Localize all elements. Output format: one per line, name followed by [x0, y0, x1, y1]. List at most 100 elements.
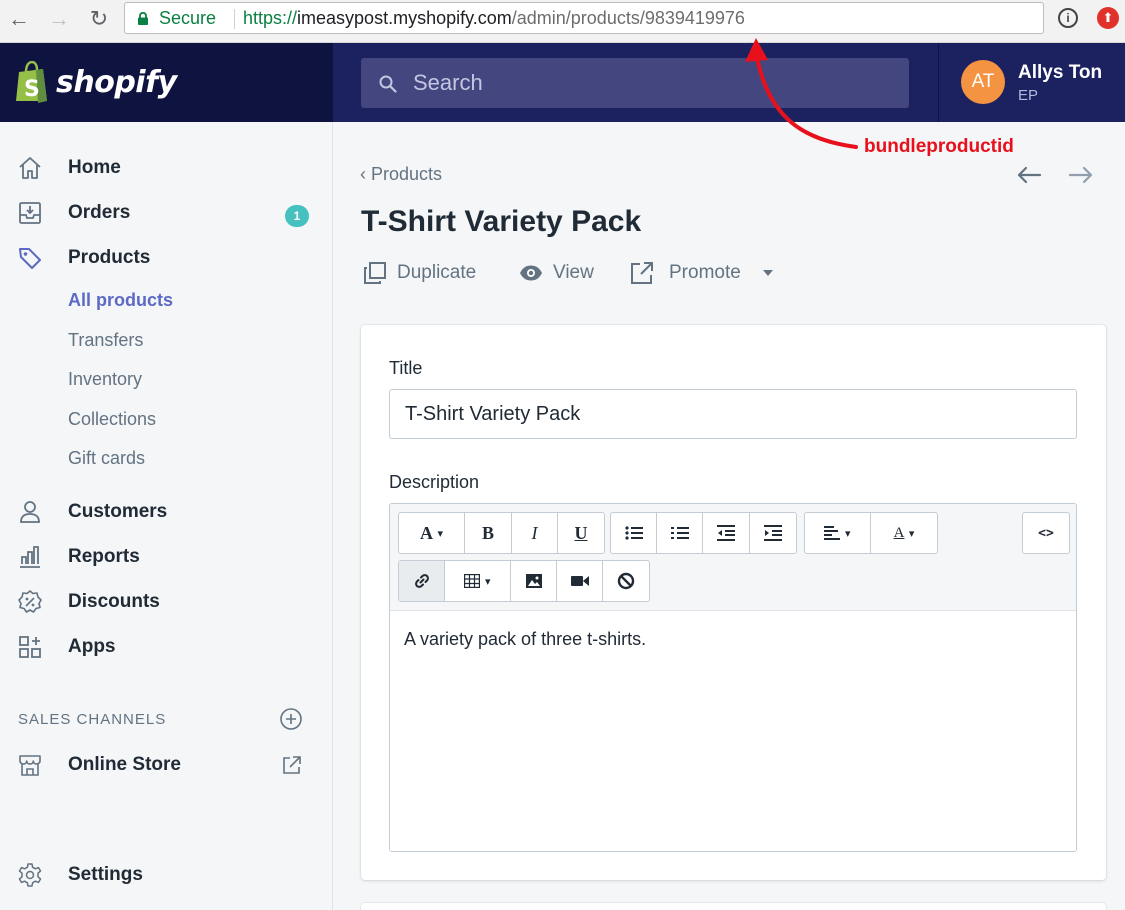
sidebar-label-reports: Reports [68, 546, 140, 567]
sidebar-item-settings[interactable]: Settings [0, 855, 333, 895]
secure-label: Secure [159, 8, 217, 28]
shopify-bag-icon: S [16, 61, 47, 103]
extension-upload-icon[interactable]: ⬆ [1097, 7, 1119, 29]
view-button[interactable]: View [519, 259, 609, 287]
insert-video-button[interactable] [557, 561, 603, 601]
extension-info-icon[interactable]: i [1058, 8, 1078, 28]
insert-link-button[interactable] [399, 561, 445, 601]
sidebar-item-apps[interactable]: Apps [0, 627, 333, 667]
page-title: T-Shirt Variety Pack [361, 205, 642, 238]
italic-button[interactable]: I [512, 513, 558, 553]
indent-button[interactable] [750, 513, 796, 553]
promote-dropdown-button[interactable]: Promote [630, 259, 780, 287]
search-icon [379, 75, 397, 93]
omnibox-divider [234, 9, 235, 29]
outdent-icon [717, 525, 735, 541]
sidebar-subitem-collections[interactable]: Collections [68, 409, 156, 430]
description-field-label: Description [389, 472, 480, 492]
browser-toolbar: ← → ↻ Secure https://imeasypost.myshopif… [0, 0, 1125, 43]
browser-reload-button[interactable]: ↻ [86, 6, 112, 32]
admin-topbar: S shopify AT Allys Ton EP [0, 43, 1125, 122]
apps-icon [19, 636, 41, 658]
sidebar-subitem-inventory[interactable]: Inventory [68, 369, 142, 390]
sidebar-label-discounts: Discounts [68, 591, 160, 612]
underline-button[interactable]: U [558, 513, 604, 553]
description-content[interactable]: A variety pack of three t-shirts. [390, 611, 1076, 851]
discounts-icon [18, 590, 42, 613]
font-style-dropdown[interactable]: A ▾ [399, 513, 465, 553]
customers-icon [20, 501, 40, 523]
browser-forward-button[interactable]: → [46, 6, 72, 32]
numbered-list-icon [670, 527, 689, 539]
toolbar-group-insert: ▾ [398, 560, 650, 602]
table-caret-icon: ▾ [484, 574, 491, 588]
sidebar-subitem-gift-cards[interactable]: Gift cards [68, 448, 145, 469]
next-product-arrow-icon[interactable] [1066, 160, 1096, 190]
logo-letter: S [24, 77, 40, 102]
breadcrumb[interactable]: ‹ Products [360, 164, 442, 185]
address-bar[interactable]: Secure https://imeasypost.myshopify.com/… [124, 2, 1044, 34]
external-link-icon[interactable] [281, 754, 303, 776]
browser-back-button[interactable]: ← [6, 6, 32, 32]
sidebar-item-orders[interactable]: Orders 1 [0, 193, 333, 233]
home-icon [19, 157, 41, 179]
url-text: https://imeasypost.myshopify.com/admin/p… [243, 3, 745, 33]
video-camera-icon [570, 576, 589, 586]
annotation-label: bundleproductid [864, 136, 1014, 157]
sidebar-item-products[interactable]: Products [0, 238, 333, 278]
view-label: View [553, 262, 594, 283]
align-left-icon [824, 526, 841, 540]
sidebar-item-discounts[interactable]: Discounts [0, 582, 333, 622]
product-details-card: Title Description A ▾ B I U [361, 325, 1106, 880]
outdent-button[interactable] [703, 513, 750, 553]
numbered-list-button[interactable] [657, 513, 703, 553]
breadcrumb-products-link[interactable]: Products [371, 164, 442, 184]
tag-icon [19, 248, 41, 269]
toolbar-group-code: <> [1022, 512, 1070, 554]
sidebar-subitem-transfers[interactable]: Transfers [68, 330, 143, 351]
sidebar-label-online-store: Online Store [68, 754, 181, 775]
bulleted-list-button[interactable] [611, 513, 657, 553]
sidebar-label-products: Products [68, 247, 151, 268]
align-dropdown[interactable]: ▾ [805, 513, 871, 553]
lock-icon [138, 12, 148, 25]
clear-formatting-button[interactable] [603, 561, 649, 601]
logo-area[interactable]: S shopify [0, 43, 333, 122]
annotation-arrow [745, 38, 858, 149]
sidebar-item-customers[interactable]: Customers [0, 492, 333, 532]
image-icon [525, 574, 542, 588]
align-caret-icon: ▾ [844, 526, 851, 540]
sidebar-subitem-all-products[interactable]: All products [68, 290, 173, 311]
toolbar-group-format: ▾ A ▾ [804, 512, 938, 554]
text-color-caret-icon: ▾ [908, 526, 915, 540]
settings-gear-icon [18, 863, 42, 887]
link-icon [414, 574, 429, 588]
text-color-dropdown[interactable]: A ▾ [871, 513, 937, 553]
duplicate-button[interactable]: Duplicate [363, 259, 493, 287]
sidebar-nav: Home Orders 1 Products All products Tran… [0, 122, 333, 910]
add-sales-channel-icon[interactable] [279, 707, 303, 731]
insert-image-button[interactable] [511, 561, 557, 601]
insert-table-dropdown[interactable]: ▾ [445, 561, 511, 601]
previous-product-arrow-icon[interactable] [1014, 160, 1044, 190]
sidebar-item-reports[interactable]: Reports [0, 537, 333, 577]
sidebar-item-home[interactable]: Home [0, 148, 333, 188]
orders-count-badge: 1 [285, 205, 309, 227]
online-store-icon [19, 755, 41, 776]
duplicate-label: Duplicate [397, 262, 477, 283]
title-field-label: Title [389, 358, 423, 378]
orders-icon [19, 202, 41, 224]
caret-down-icon [763, 270, 773, 276]
duplicate-icon [364, 262, 386, 284]
user-name[interactable]: Allys Ton [1018, 62, 1102, 84]
font-style-caret-icon: ▾ [437, 526, 444, 540]
title-input[interactable] [389, 389, 1077, 439]
bold-button[interactable]: B [465, 513, 512, 553]
clear-formatting-icon [617, 572, 635, 590]
promote-label: Promote [669, 262, 741, 283]
bulleted-list-icon [624, 526, 643, 540]
code-view-button[interactable]: <> [1023, 513, 1069, 553]
font-style-label: A [419, 522, 433, 543]
sales-channels-heading: SALES CHANNELS [18, 711, 167, 728]
user-avatar[interactable]: AT [961, 60, 1005, 104]
